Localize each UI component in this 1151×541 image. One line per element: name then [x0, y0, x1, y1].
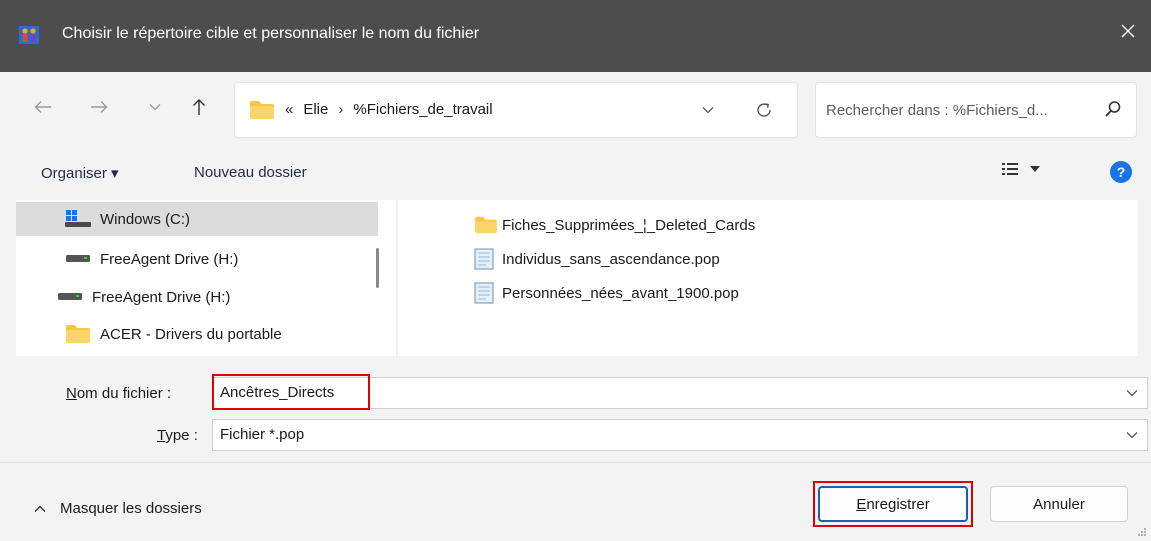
- search-icon[interactable]: [1104, 100, 1122, 118]
- hide-folders-button[interactable]: Masquer les dossiers: [34, 500, 202, 517]
- list-item[interactable]: Personnées_nées_avant_1900.pop: [474, 280, 739, 306]
- resize-grip-icon[interactable]: [1137, 527, 1147, 537]
- forward-button[interactable]: [82, 90, 116, 124]
- type-label: Type :: [157, 427, 198, 444]
- hide-folders-label: Masquer les dossiers: [60, 500, 202, 517]
- filename-label: Nom du fichier :: [66, 385, 172, 402]
- chevron-down-icon: [1126, 432, 1138, 439]
- back-arrow-icon: [34, 101, 51, 113]
- chevron-down-icon: [1126, 390, 1138, 397]
- search-input[interactable]: [824, 97, 1094, 123]
- search-box[interactable]: [815, 82, 1137, 138]
- breadcrumb-fichiers-de-travail[interactable]: %Fichiers_de_travail: [353, 101, 492, 118]
- sidebar-item-freeagent-h[interactable]: FreeAgent Drive (H:): [16, 242, 378, 276]
- sidebar-item-windows-c[interactable]: Windows (C:): [16, 202, 378, 236]
- sidebar-item-label: Windows (C:): [100, 210, 191, 228]
- sidebar-item-label: FreeAgent Drive (H:): [92, 288, 231, 306]
- file-type-dropdown-button[interactable]: [1121, 424, 1143, 446]
- navigation-pane: Windows (C:) FreeAgent Drive (H:) FreeAg…: [16, 200, 396, 356]
- window-title: Choisir le répertoire cible et personnal…: [62, 25, 480, 42]
- organise-menu-button[interactable]: Organiser ▾: [41, 164, 119, 182]
- forward-arrow-icon: [91, 101, 108, 113]
- file-icon: [474, 282, 500, 304]
- save-dialog: Choisir le répertoire cible et personnal…: [0, 0, 1151, 541]
- command-bar: Organiser ▾ Nouveau dossier ?: [0, 150, 1151, 198]
- navigation-scrollbar[interactable]: [376, 248, 379, 288]
- details-view-icon: [1002, 163, 1018, 175]
- refresh-button[interactable]: [749, 95, 779, 125]
- file-name: Individus_sans_ascendance.pop: [502, 250, 720, 268]
- help-button[interactable]: ?: [1110, 161, 1132, 183]
- list-item[interactable]: Fiches_Supprimées_¦_Deleted_Cards: [474, 212, 755, 238]
- new-folder-button[interactable]: Nouveau dossier: [194, 164, 307, 181]
- folder-icon: [250, 101, 274, 119]
- save-button[interactable]: Enregistrer: [818, 486, 968, 522]
- title-bar: Choisir le répertoire cible et personnal…: [0, 0, 1151, 72]
- address-bar[interactable]: « Elie › %Fichiers_de_travail: [234, 82, 798, 138]
- refresh-icon: [757, 103, 771, 117]
- filename-highlight-box: [212, 374, 370, 410]
- sidebar-item-freeagent-h-2[interactable]: FreeAgent Drive (H:): [16, 280, 378, 314]
- breadcrumb-separator: ›: [338, 101, 344, 118]
- chevron-down-icon: [149, 104, 161, 111]
- caret-down-icon: [1030, 166, 1040, 172]
- close-button[interactable]: [1105, 8, 1151, 54]
- app-icon: [19, 26, 39, 44]
- file-name: Personnées_nées_avant_1900.pop: [502, 284, 739, 302]
- sidebar-item-label: ACER - Drivers du portable: [100, 325, 282, 343]
- file-icon: [474, 248, 500, 270]
- up-arrow-icon: [193, 99, 205, 115]
- cancel-button[interactable]: Annuler: [990, 486, 1128, 522]
- drive-icon: [56, 293, 84, 301]
- drive-icon: [64, 255, 92, 263]
- breadcrumb-overflow[interactable]: «: [285, 101, 293, 118]
- close-icon: [1121, 24, 1135, 38]
- file-type-value: Fichier *.pop: [220, 426, 305, 443]
- navigation-bar: « Elie › %Fichiers_de_travail: [0, 72, 1151, 150]
- sidebar-item-label: FreeAgent Drive (H:): [100, 250, 239, 268]
- folder-icon: [64, 324, 92, 344]
- chevron-down-icon: [702, 107, 714, 114]
- chevron-up-icon: [34, 505, 46, 512]
- file-list: Fiches_Supprimées_¦_Deleted_Cards Indivi…: [398, 200, 1138, 356]
- footer-separator: [0, 462, 1151, 463]
- breadcrumb-elie[interactable]: Elie: [303, 101, 328, 118]
- breadcrumb: « Elie › %Fichiers_de_travail: [285, 101, 493, 118]
- recent-locations-button[interactable]: [138, 90, 172, 124]
- filename-dropdown-button[interactable]: [1121, 382, 1143, 404]
- folder-icon: [474, 216, 500, 234]
- address-dropdown-button[interactable]: [693, 95, 723, 125]
- back-button[interactable]: [26, 90, 60, 124]
- file-type-select[interactable]: Fichier *.pop: [212, 419, 1148, 451]
- sidebar-item-acer-drivers[interactable]: ACER - Drivers du portable: [16, 317, 378, 351]
- windows-drive-icon: [64, 210, 92, 228]
- file-name: Fiches_Supprimées_¦_Deleted_Cards: [502, 216, 756, 234]
- list-item[interactable]: Individus_sans_ascendance.pop: [474, 246, 720, 272]
- change-view-button[interactable]: [1002, 162, 1040, 176]
- up-folder-button[interactable]: [182, 90, 216, 124]
